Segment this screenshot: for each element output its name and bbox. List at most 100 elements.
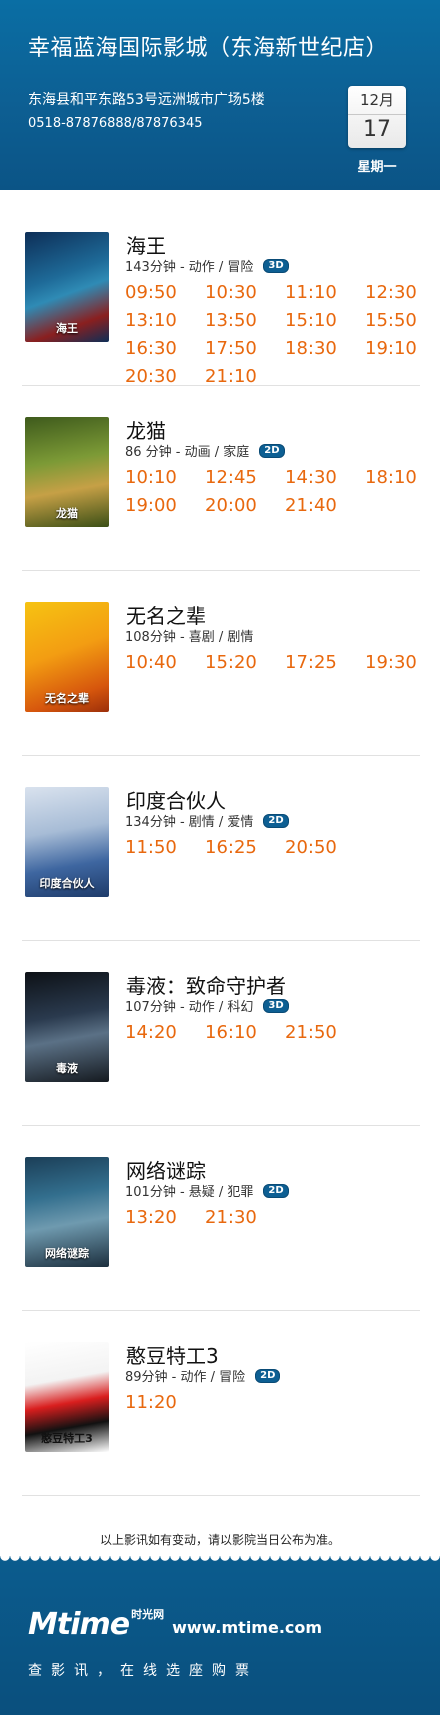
movie-title[interactable]: 网络谜踪	[126, 1155, 206, 1184]
showtime-list: 11:50 16:25 20:50	[125, 837, 425, 859]
movie-title[interactable]: 无名之辈	[126, 600, 206, 629]
showtime[interactable]: 12:30	[365, 282, 440, 304]
showtime-list: 13:20 21:30	[125, 1207, 425, 1229]
movie-duration-genre: 108分钟 - 喜剧 / 剧情	[125, 630, 254, 645]
movie-item[interactable]: 毒液 毒液：致命守护者 107分钟 - 动作 / 科幻 3D 14:20 16:10 21:…	[22, 940, 420, 1126]
showtime[interactable]: 16:30	[125, 338, 205, 360]
format-badge: 3D	[263, 258, 289, 273]
movie-item[interactable]: 海王 海王 143分钟 - 动作 / 冒险 3D 09:50 10:30 11:10 12:3…	[22, 200, 420, 387]
movie-poster[interactable]: 毒液	[25, 972, 109, 1082]
showtime[interactable]: 10:40	[125, 652, 205, 674]
format-badge: 3D	[263, 998, 289, 1013]
showtime[interactable]: 14:20	[125, 1022, 205, 1044]
mtime-brand: Mtime	[28, 1607, 130, 1642]
showtime[interactable]: 11:50	[125, 837, 205, 859]
showtime[interactable]: 11:10	[285, 282, 365, 304]
date-weekday: 星期一	[357, 160, 397, 175]
movie-poster[interactable]: 印度合伙人	[25, 787, 109, 897]
poster-title-art: 憨豆特工3	[41, 1432, 93, 1445]
movie-poster[interactable]: 无名之辈	[25, 602, 109, 712]
footer-slogan: 查影讯，在线选座购票	[28, 1663, 258, 1679]
showtime[interactable]: 15:10	[285, 310, 365, 332]
movie-duration-genre: 107分钟 - 动作 / 科幻	[125, 1000, 254, 1015]
movie-meta: 101分钟 - 悬疑 / 犯罪 2D	[125, 1181, 289, 1200]
poster-title-art: 海王	[56, 322, 78, 335]
movie-item[interactable]: 憨豆特工3 憨豆特工3 89分钟 - 动作 / 冒险 2D 11:20	[22, 1310, 420, 1496]
poster-title-art: 印度合伙人	[39, 877, 95, 890]
showtime[interactable]: 18:30	[285, 338, 365, 360]
showtime[interactable]: 11:20	[125, 1392, 205, 1414]
showtime[interactable]: 17:25	[285, 652, 365, 674]
showtime-list: 09:50 10:30 11:10 12:30 13:10 13:50 15:10 15:50…	[125, 282, 425, 388]
showtime[interactable]: 19:30	[365, 652, 440, 674]
movie-duration-genre: 134分钟 - 剧情 / 爱情	[125, 815, 254, 830]
poster-title-art: 网络谜踪	[45, 1247, 89, 1260]
format-badge: 2D	[263, 1183, 289, 1198]
showtime[interactable]: 20:50	[285, 837, 365, 859]
movie-item[interactable]: 无名之辈 无名之辈 108分钟 - 喜剧 / 剧情 10:40 15:20 17:25 19…	[22, 570, 420, 756]
showtime[interactable]: 15:50	[365, 310, 440, 332]
showtime[interactable]: 13:20	[125, 1207, 205, 1229]
scallop-divider-bottom	[0, 1556, 440, 1566]
date-day: 17	[363, 117, 391, 142]
mtime-url-link[interactable]: www.mtime.com	[172, 1618, 322, 1637]
showtime[interactable]: 18:10	[365, 467, 440, 489]
movie-poster[interactable]: 憨豆特工3	[25, 1342, 109, 1452]
showtime[interactable]: 21:30	[205, 1207, 285, 1229]
showtime-list: 10:10 12:45 14:30 18:10 19:00 20:00 21:40	[125, 467, 425, 517]
movie-duration-genre: 86 分钟 - 动画 / 家庭	[125, 445, 250, 460]
movie-title[interactable]: 毒液：致命守护者	[126, 970, 286, 999]
showtime[interactable]: 20:00	[205, 495, 285, 517]
format-badge: 2D	[259, 443, 285, 458]
showtime[interactable]: 10:30	[205, 282, 285, 304]
movie-meta: 134分钟 - 剧情 / 爱情 2D	[125, 811, 289, 830]
scallop-divider-top	[0, 188, 440, 198]
mtime-logo[interactable]: Mtime 时光网 www.mtime.com	[28, 1606, 322, 1642]
showtime[interactable]: 10:10	[125, 467, 205, 489]
showtime[interactable]: 15:20	[205, 652, 285, 674]
poster-title-art: 毒液	[56, 1062, 78, 1075]
showtime[interactable]: 21:40	[285, 495, 365, 517]
movie-duration-genre: 101分钟 - 悬疑 / 犯罪	[125, 1185, 254, 1200]
cinema-address: 东海县和平东路53号远洲城市广场5楼	[28, 92, 265, 108]
format-badge: 2D	[263, 813, 289, 828]
movie-poster[interactable]: 龙猫	[25, 417, 109, 527]
movie-meta: 107分钟 - 动作 / 科幻 3D	[125, 996, 289, 1015]
movie-meta: 143分钟 - 动作 / 冒险 3D	[125, 256, 289, 275]
showtime[interactable]: 19:00	[125, 495, 205, 517]
showtime[interactable]: 16:25	[205, 837, 285, 859]
showtime[interactable]: 13:10	[125, 310, 205, 332]
footer: Mtime 时光网 www.mtime.com 查影讯，在线选座购票	[0, 1556, 440, 1715]
cinema-name: 幸福蓝海国际影城（东海新世纪店）	[28, 36, 389, 61]
movie-item[interactable]: 印度合伙人 印度合伙人 134分钟 - 剧情 / 爱情 2D 11:50 16:25 20:…	[22, 755, 420, 941]
movie-item[interactable]: 龙猫 龙猫 86 分钟 - 动画 / 家庭 2D 10:10 12:45 14:30 18:1…	[22, 385, 420, 571]
showtime[interactable]: 09:50	[125, 282, 205, 304]
movie-title[interactable]: 印度合伙人	[126, 785, 226, 814]
movie-title[interactable]: 憨豆特工3	[126, 1340, 219, 1369]
showtime[interactable]: 19:10	[365, 338, 440, 360]
showtime[interactable]: 13:50	[205, 310, 285, 332]
poster-title-art: 龙猫	[56, 507, 78, 520]
movie-meta: 108分钟 - 喜剧 / 剧情	[125, 626, 253, 645]
showtime[interactable]: 21:50	[285, 1022, 365, 1044]
movie-title[interactable]: 海王	[126, 230, 166, 259]
movie-title[interactable]: 龙猫	[126, 415, 166, 444]
showtime-list: 11:20	[125, 1392, 425, 1414]
showtime-list: 10:40 15:20 17:25 19:30	[125, 652, 425, 674]
calendar-date: 12月 17	[348, 86, 406, 148]
movie-item[interactable]: 网络谜踪 网络谜踪 101分钟 - 悬疑 / 犯罪 2D 13:20 21:30	[22, 1125, 420, 1311]
movie-meta: 89分钟 - 动作 / 冒险 2D	[125, 1366, 281, 1385]
showtime[interactable]: 14:30	[285, 467, 365, 489]
showtime[interactable]: 16:10	[205, 1022, 285, 1044]
mtime-brand-cn: 时光网	[131, 1608, 165, 1621]
cinema-phone: 0518-87876888/87876345	[28, 116, 203, 131]
movie-meta: 86 分钟 - 动画 / 家庭 2D	[125, 441, 285, 460]
cinema-header: 幸福蓝海国际影城（东海新世纪店） 东海县和平东路53号远洲城市广场5楼 0518…	[0, 0, 440, 190]
showtime[interactable]: 12:45	[205, 467, 285, 489]
showtime[interactable]: 17:50	[205, 338, 285, 360]
movie-poster[interactable]: 海王	[25, 232, 109, 342]
format-badge: 2D	[255, 1368, 281, 1383]
movie-poster[interactable]: 网络谜踪	[25, 1157, 109, 1267]
movie-duration-genre: 89分钟 - 动作 / 冒险	[125, 1370, 246, 1385]
schedule-notice: 以上影讯如有变动，请以影院当日公布为准。	[99, 1533, 340, 1547]
